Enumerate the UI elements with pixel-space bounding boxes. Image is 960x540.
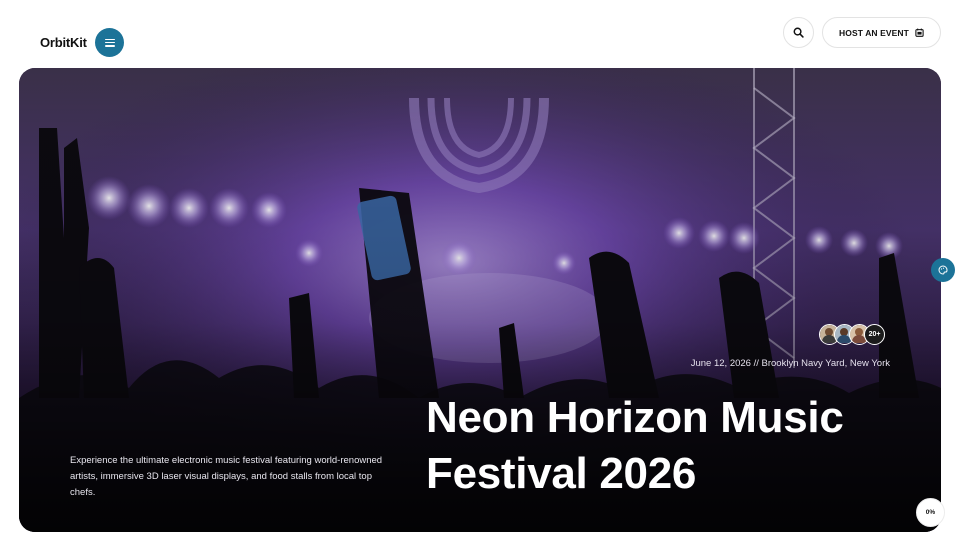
event-title: Neon Horizon Music Festival 2026 bbox=[426, 390, 906, 502]
search-button[interactable] bbox=[783, 17, 814, 48]
event-date-location: June 12, 2026 // Brooklyn Navy Yard, New… bbox=[690, 358, 890, 369]
menu-button[interactable] bbox=[95, 28, 124, 57]
attendee-avatars[interactable]: 20+ bbox=[819, 324, 885, 345]
palette-icon bbox=[938, 265, 948, 275]
event-description: Experience the ultimate electronic music… bbox=[70, 455, 383, 498]
scroll-progress-indicator[interactable]: 0% bbox=[916, 498, 945, 527]
calendar-icon bbox=[915, 28, 924, 37]
theme-customizer-button[interactable] bbox=[931, 258, 955, 282]
search-icon bbox=[793, 27, 804, 38]
host-event-label: HOST AN EVENT bbox=[839, 27, 909, 38]
logo[interactable]: OrbitKit bbox=[40, 35, 87, 50]
event-title-line-1: Neon Horizon Music bbox=[426, 393, 844, 442]
hero-banner: 20+ June 12, 2026 // Brooklyn Navy Yard,… bbox=[19, 68, 941, 532]
event-title-line-2: Festival 2026 bbox=[426, 449, 697, 498]
host-event-button[interactable]: HOST AN EVENT bbox=[822, 17, 941, 48]
attendee-count-badge: 20+ bbox=[864, 324, 885, 345]
hamburger-icon bbox=[104, 38, 115, 47]
